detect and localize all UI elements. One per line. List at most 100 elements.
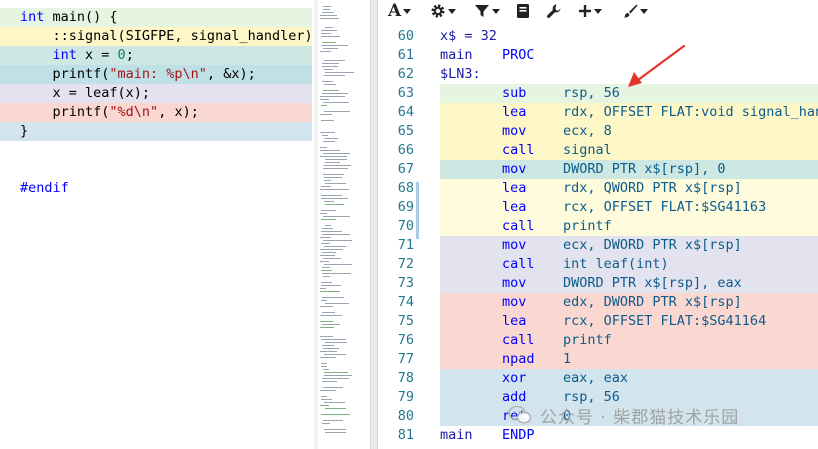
- asm-mnemonic: npad: [502, 351, 535, 367]
- asm-line[interactable]: 63 sub rsp, 56: [378, 84, 818, 103]
- asm-operands: printf: [563, 218, 612, 234]
- minimap-line: [322, 273, 351, 274]
- minimap-line: [321, 45, 348, 46]
- source-editor[interactable]: int main() { ::signal(SIGFPE, signal_han…: [0, 0, 321, 449]
- minimap-line: [320, 51, 331, 52]
- asm-line[interactable]: 73 mov DWORD PTR x$[rsp], eax: [378, 274, 818, 293]
- asm-line[interactable]: 70 call printf: [378, 217, 818, 236]
- minimap-line: [324, 75, 345, 76]
- source-line[interactable]: x = leaf(x);: [0, 84, 312, 103]
- minimap-line: [321, 270, 332, 271]
- libraries-button[interactable]: [516, 0, 530, 22]
- asm-line[interactable]: 69 lea rcx, OFFSET FLAT:$SG41163: [378, 198, 818, 217]
- minimap-line: [325, 408, 346, 409]
- source-line-text: int main() {: [20, 9, 118, 25]
- minimap-line: [324, 264, 352, 265]
- minimap-line: [325, 159, 347, 160]
- minimap-line: [320, 96, 345, 97]
- source-line[interactable]: #endif: [0, 179, 312, 198]
- minimap-line: [321, 363, 327, 364]
- minimap-line: [324, 60, 345, 61]
- minimap-scroll-track[interactable]: [314, 0, 318, 449]
- asm-line[interactable]: 64 lea rdx, OFFSET FLAT:void signal_handle…: [378, 103, 818, 122]
- assembly-output[interactable]: 60 x$ = 32 61 main PROC 62 $LN3: 63 sub rsp, 56 64…: [378, 22, 818, 449]
- minimap-line: [321, 195, 342, 196]
- minimap-line: [322, 66, 338, 67]
- minimap-line: [320, 351, 337, 352]
- minimap-line: [321, 105, 327, 106]
- asm-line[interactable]: 71 mov ecx, DWORD PTR x$[rsp]: [378, 236, 818, 255]
- tools-button[interactable]: [546, 0, 562, 22]
- line-number: 63: [397, 85, 414, 101]
- asm-line[interactable]: 81 main ENDP: [378, 426, 818, 445]
- minimap-line: [320, 405, 329, 406]
- asm-mnemonic: lea: [502, 180, 527, 196]
- asm-label: main: [440, 47, 473, 63]
- asm-mnemonic: call: [502, 332, 535, 348]
- asm-mnemonic: lea: [502, 199, 527, 215]
- minimap-line: [323, 369, 329, 370]
- chevron-down-icon: [448, 8, 456, 14]
- add-new-button[interactable]: [578, 0, 602, 22]
- minimap-line: [323, 48, 338, 49]
- asm-operands: rsp, 56: [563, 85, 620, 101]
- font-icon: A: [388, 1, 402, 21]
- minimap-line: [320, 114, 332, 115]
- asm-line[interactable]: 67 mov DWORD PTR x$[rsp], 0: [378, 160, 818, 179]
- minimap[interactable]: [312, 0, 368, 449]
- source-line-text: printf("%d\n", x);: [20, 104, 199, 120]
- minimap-line: [323, 216, 350, 217]
- minimap-line: [321, 399, 332, 400]
- minimap-line: [321, 36, 340, 37]
- line-number: 70: [397, 218, 414, 234]
- minimap-line: [323, 168, 348, 169]
- source-line[interactable]: [0, 160, 312, 179]
- line-number: 78: [397, 370, 414, 386]
- asm-line[interactable]: 66 call signal: [378, 141, 818, 160]
- minimap-line: [325, 342, 347, 343]
- source-line[interactable]: int main() {: [0, 8, 312, 27]
- line-number: 69: [397, 199, 414, 215]
- minimap-line: [323, 9, 330, 10]
- asm-line[interactable]: 75 lea rcx, OFFSET FLAT:$SG41164: [378, 312, 818, 331]
- asm-line[interactable]: 62 $LN3:: [378, 65, 818, 84]
- asm-line[interactable]: 77 npad 1: [378, 350, 818, 369]
- pane-splitter[interactable]: [370, 0, 378, 449]
- source-line[interactable]: ::signal(SIGFPE, signal_handler);: [0, 27, 321, 46]
- source-line[interactable]: int x = 0;: [0, 46, 312, 65]
- asm-line-highlight: [440, 217, 818, 236]
- asm-line[interactable]: 78 xor eax, eax: [378, 369, 818, 388]
- asm-line[interactable]: 76 call printf: [378, 331, 818, 350]
- asm-line[interactable]: 74 mov edx, DWORD PTR x$[rsp]: [378, 293, 818, 312]
- asm-line[interactable]: 72 call int leaf(int): [378, 255, 818, 274]
- minimap-line: [323, 90, 339, 91]
- compiler-toolbar: A: [378, 0, 818, 23]
- minimap-line: [323, 141, 335, 142]
- source-line[interactable]: [0, 141, 312, 160]
- asm-line[interactable]: 65 mov ecx, 8: [378, 122, 818, 141]
- highlight-button[interactable]: [622, 0, 648, 22]
- filter-button[interactable]: [474, 0, 500, 22]
- source-line-text: int x = 0;: [52, 47, 134, 63]
- minimap-line: [321, 366, 327, 367]
- minimap-line: [320, 147, 327, 148]
- line-number: 81: [397, 427, 414, 443]
- minimap-line: [322, 423, 330, 424]
- minimap-line: [320, 261, 329, 262]
- asm-line[interactable]: 61 main PROC: [378, 46, 818, 65]
- minimap-line: [322, 345, 334, 346]
- minimap-line: [324, 84, 336, 85]
- font-size-button[interactable]: A: [388, 0, 412, 22]
- asm-line[interactable]: 60 x$ = 32: [378, 27, 818, 46]
- settings-button[interactable]: [430, 0, 456, 22]
- minimap-line: [320, 390, 336, 391]
- source-line[interactable]: printf("main: %p\n", &x);: [0, 65, 312, 84]
- source-line[interactable]: printf("%d\n", x);: [0, 103, 312, 122]
- source-line[interactable]: }: [0, 122, 312, 141]
- asm-label: main: [440, 427, 473, 443]
- asm-operands: 1: [563, 351, 572, 367]
- wechat-icon: [508, 405, 532, 424]
- asm-operands: DWORD PTR x$[rsp], 0: [563, 161, 726, 177]
- asm-mnemonic: call: [502, 218, 535, 234]
- asm-line[interactable]: 68 lea rdx, QWORD PTR x$[rsp]: [378, 179, 818, 198]
